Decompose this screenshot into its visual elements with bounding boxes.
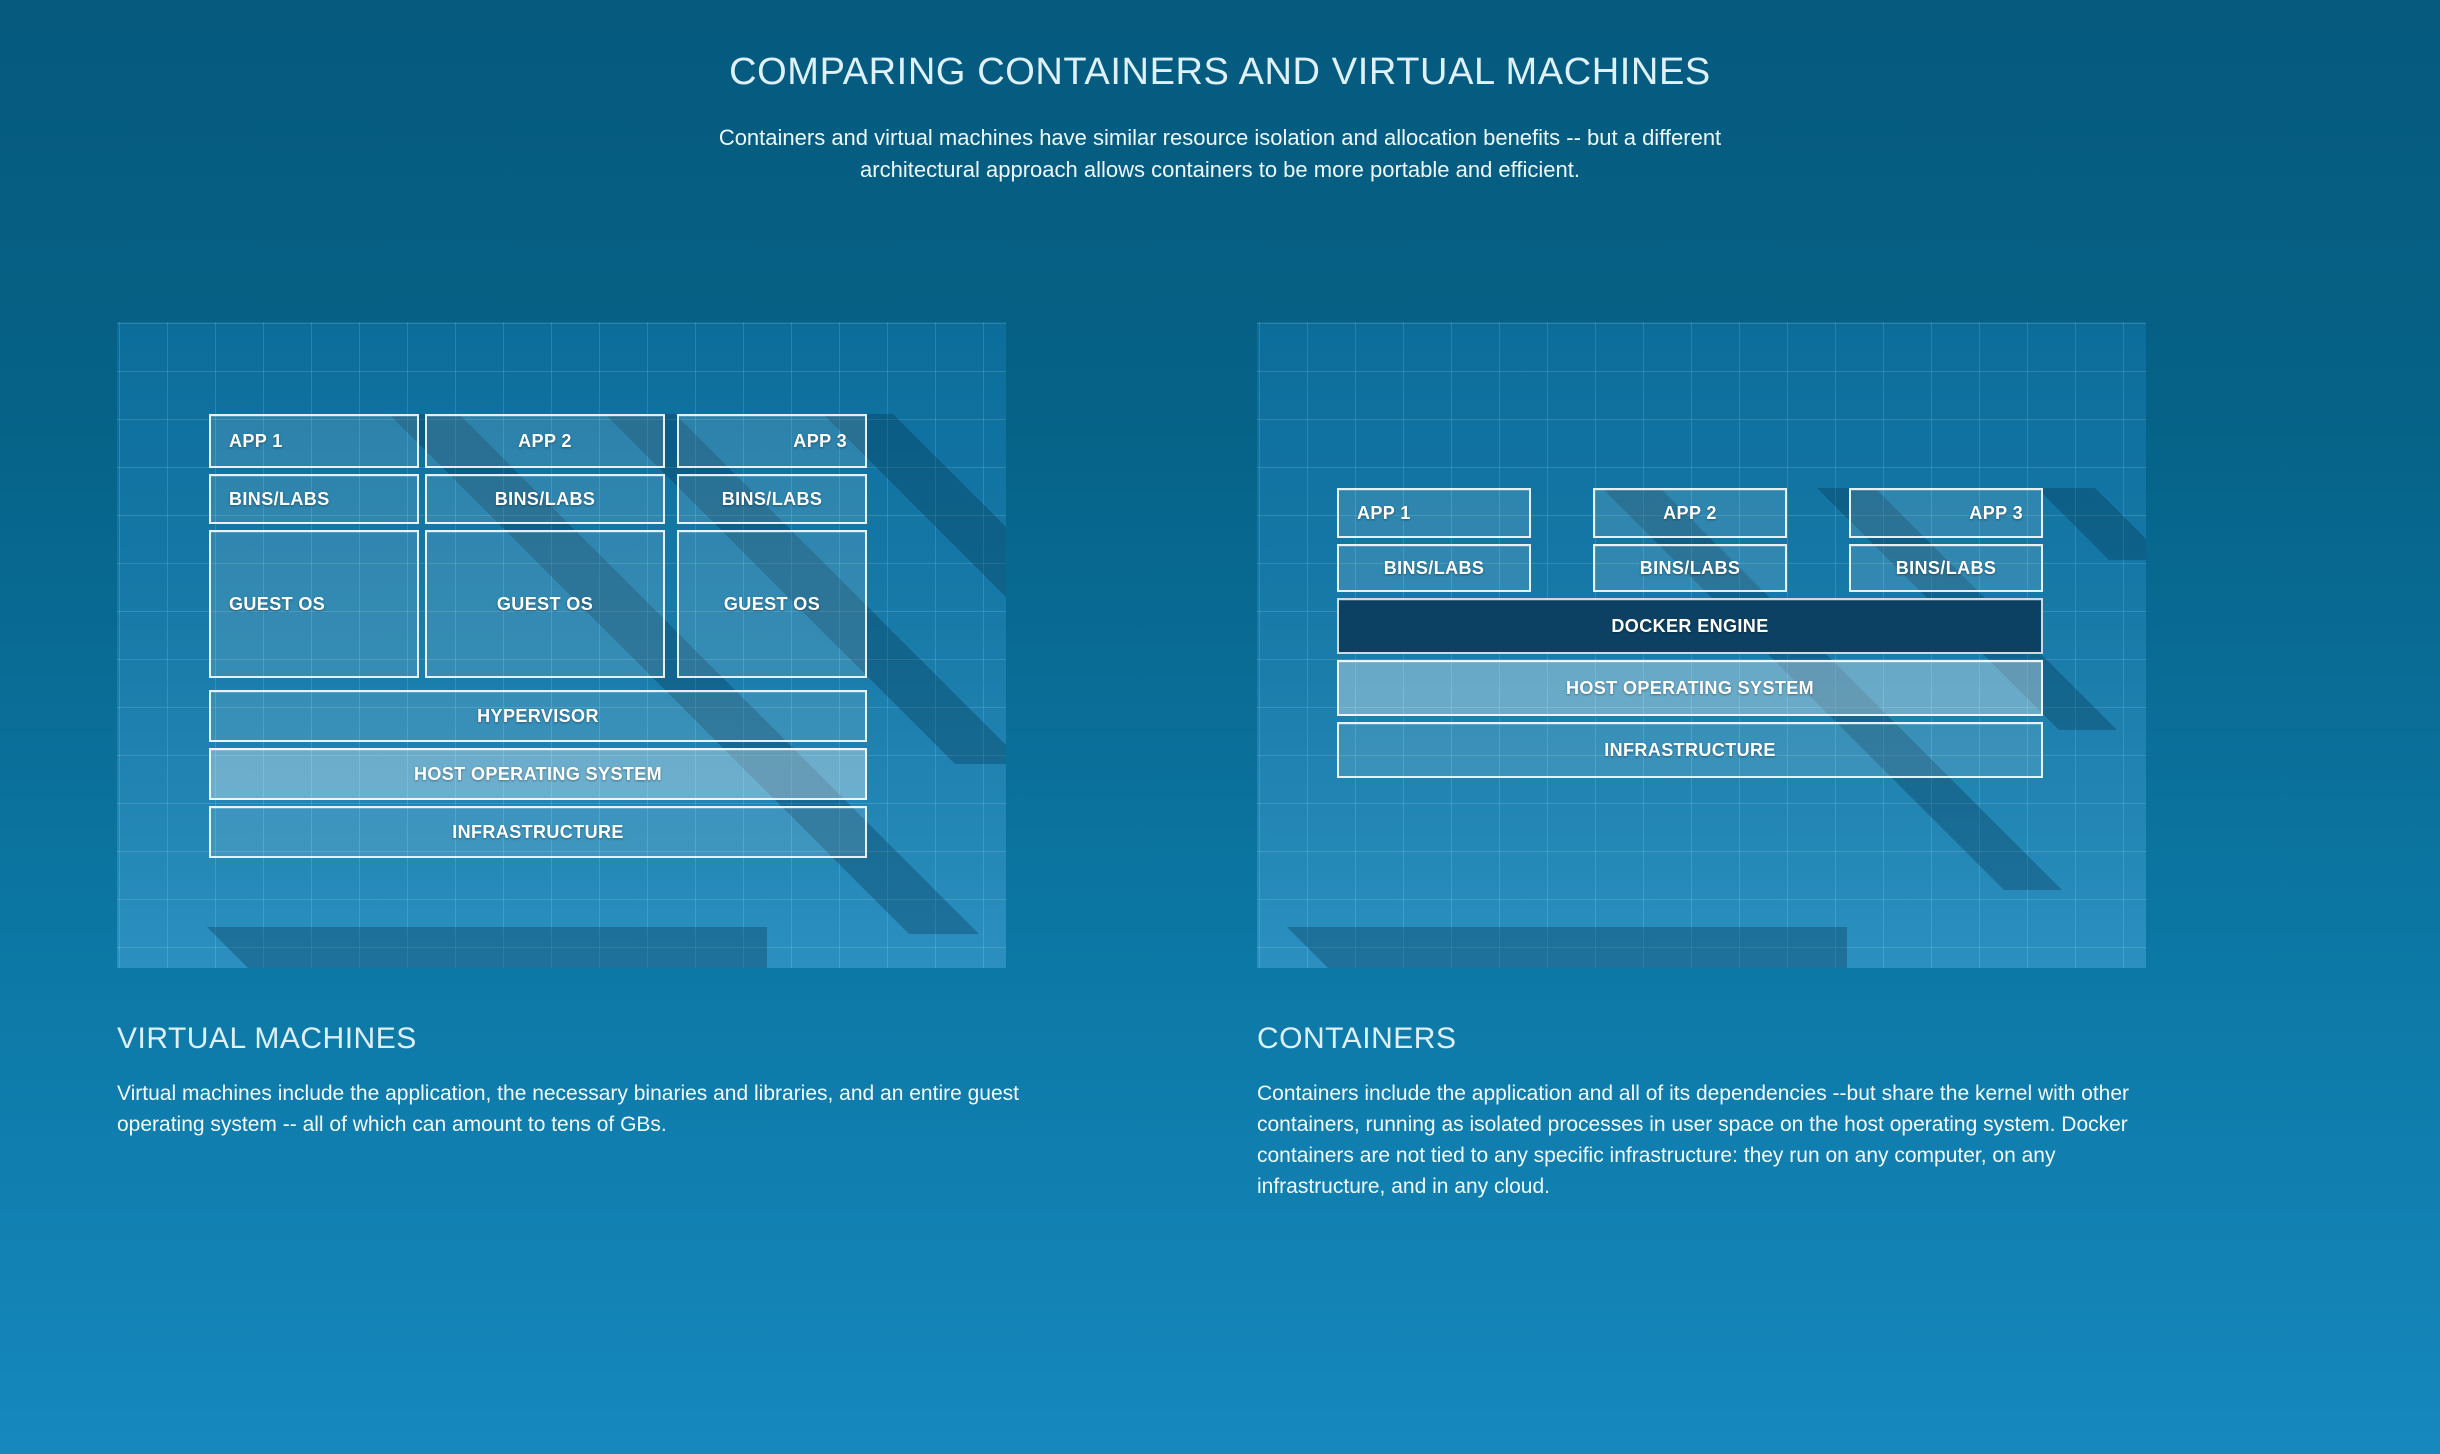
vm-app-label-3: APP 3	[793, 430, 847, 451]
container-layer-host-operating-system-label: HOST OPERATING SYSTEM	[1565, 677, 1815, 698]
container-layer-docker-engine-label: DOCKER ENGINE	[1611, 615, 1769, 636]
containers-column: APP 1 BINS/LABS APP 2 BINS/LABS APP 3 BI…	[1257, 322, 2146, 1198]
page-header: COMPARING CONTAINERS AND VIRTUAL MACHINE…	[0, 0, 2440, 186]
container-bins-label-1: BINS/LABS	[1383, 557, 1485, 578]
container-bins-box-2[interactable]: BINS/LABS	[1593, 544, 1787, 592]
vm-bins-box-1[interactable]: BINS/LABS	[209, 474, 419, 524]
vm-app-box-3[interactable]: APP 3	[677, 414, 867, 468]
containers-caption-body: Containers include the application and a…	[1257, 1082, 2130, 1199]
vm-layer-hypervisor[interactable]: HYPERVISOR	[209, 690, 867, 742]
virtual-machines-diagram: APP 1 BINS/LABS GUEST OS APP 2 BINS/LABS…	[117, 322, 1006, 968]
vm-bins-box-2[interactable]: BINS/LABS	[425, 474, 665, 524]
containers-caption: CONTAINERS Containers include the applic…	[1257, 1022, 2177, 1202]
container-bins-box-1[interactable]: BINS/LABS	[1337, 544, 1531, 592]
container-app-box-3[interactable]: APP 3	[1849, 488, 2043, 538]
vm-guest-os-box-1[interactable]: GUEST OS	[209, 530, 419, 678]
vm-layer-host-operating-system-label: HOST OPERATING SYSTEM	[413, 763, 663, 784]
containers-caption-title: CONTAINERS	[1257, 1022, 1457, 1055]
container-column-3-shadow	[2037, 488, 2146, 560]
vm-layer-hypervisor-label: HYPERVISOR	[477, 705, 599, 726]
container-stack: APP 1 BINS/LABS APP 2 BINS/LABS APP 3 BI…	[1257, 322, 2146, 968]
container-app-label-2: APP 2	[1663, 502, 1717, 523]
vm-guest-os-label-2: GUEST OS	[496, 593, 594, 614]
container-layer-docker-engine[interactable]: DOCKER ENGINE	[1337, 598, 2043, 654]
vm-guest-os-box-2[interactable]: GUEST OS	[425, 530, 665, 678]
vm-layer-infrastructure-label: INFRASTRUCTURE	[452, 821, 624, 842]
vm-app-box-1[interactable]: APP 1	[209, 414, 419, 468]
virtual-machines-column: APP 1 BINS/LABS GUEST OS APP 2 BINS/LABS…	[117, 322, 1019, 1136]
container-app-label-3: APP 3	[1969, 502, 2023, 523]
vm-app-box-2[interactable]: APP 2	[425, 414, 665, 468]
page-title: COMPARING CONTAINERS AND VIRTUAL MACHINE…	[729, 51, 1711, 93]
container-layer-infrastructure[interactable]: INFRASTRUCTURE	[1337, 722, 2043, 778]
containers-diagram: APP 1 BINS/LABS APP 2 BINS/LABS APP 3 BI…	[1257, 322, 2146, 968]
container-layer-host-operating-system[interactable]: HOST OPERATING SYSTEM	[1337, 660, 2043, 716]
container-app-box-2[interactable]: APP 2	[1593, 488, 1787, 538]
vm-bins-label-3: BINS/LABS	[721, 488, 823, 509]
vm-app-label-2: APP 2	[518, 430, 572, 451]
vm-bins-label-2: BINS/LABS	[494, 488, 596, 509]
vm-guest-os-label-1: GUEST OS	[229, 593, 326, 614]
virtual-machines-caption-title: VIRTUAL MACHINES	[117, 1022, 417, 1055]
vm-bins-label-1: BINS/LABS	[229, 488, 330, 509]
container-bins-box-3[interactable]: BINS/LABS	[1849, 544, 2043, 592]
virtual-machines-caption-body: Virtual machines include the application…	[117, 1082, 1019, 1137]
vm-layer-host-operating-system[interactable]: HOST OPERATING SYSTEM	[209, 748, 867, 800]
vm-guest-os-box-3[interactable]: GUEST OS	[677, 530, 867, 678]
vm-guest-os-label-3: GUEST OS	[723, 593, 821, 614]
container-bins-label-2: BINS/LABS	[1639, 557, 1741, 578]
vm-layer-infrastructure[interactable]: INFRASTRUCTURE	[209, 806, 867, 858]
container-app-label-1: APP 1	[1357, 502, 1411, 523]
container-layer-infrastructure-label: INFRASTRUCTURE	[1604, 739, 1776, 760]
page-subtitle-line-1: Containers and virtual machines have sim…	[718, 124, 1722, 150]
vm-app-label-1: APP 1	[229, 430, 283, 451]
container-app-box-1[interactable]: APP 1	[1337, 488, 1531, 538]
container-bins-label-3: BINS/LABS	[1895, 557, 1997, 578]
virtual-machines-caption: VIRTUAL MACHINES Virtual machines includ…	[117, 1022, 1047, 1140]
vm-bins-box-3[interactable]: BINS/LABS	[677, 474, 867, 524]
comparison-columns: APP 1 BINS/LABS GUEST OS APP 2 BINS/LABS…	[117, 322, 2323, 1198]
page-subtitle: Containers and virtual machines have sim…	[525, 122, 1915, 186]
vm-stack: APP 1 BINS/LABS GUEST OS APP 2 BINS/LABS…	[117, 322, 1006, 968]
page-subtitle-line-2: architectural approach allows containers…	[860, 156, 1580, 182]
